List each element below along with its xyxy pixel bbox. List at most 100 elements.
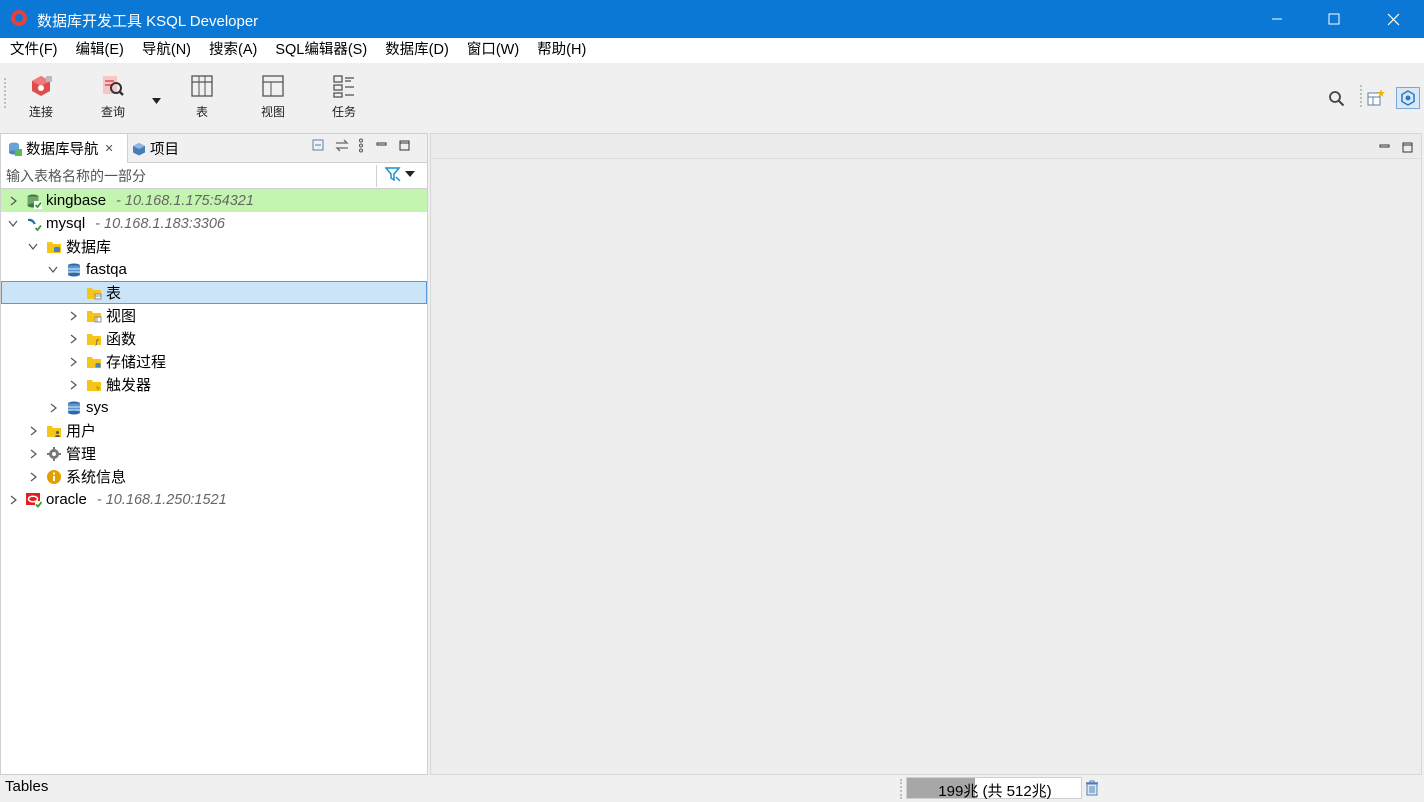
tree-item-databases[interactable]: 数据库 (1, 235, 427, 258)
tree-item-system-info[interactable]: 系统信息 (1, 465, 427, 488)
menu-navigate[interactable]: 导航(N) (133, 38, 200, 63)
tree-item-mysql[interactable]: mysql - 10.168.1.183:3306 (1, 212, 427, 235)
expand-toggle[interactable] (46, 263, 60, 277)
menu-database[interactable]: 数据库(D) (376, 38, 458, 63)
folder-function-icon: f (87, 333, 101, 346)
oracle-icon (26, 492, 42, 508)
search-icon (1329, 91, 1345, 107)
expand-toggle[interactable] (66, 378, 80, 392)
collapse-all-icon (312, 139, 324, 151)
tree-item-procedures[interactable]: 存储过程 (1, 350, 427, 373)
minimize-button[interactable] (1248, 0, 1306, 38)
menu-help[interactable]: 帮助(H) (528, 38, 595, 63)
open-perspective-button[interactable] (1367, 89, 1385, 110)
connection-address: - 10.168.1.250:1521 (96, 491, 227, 508)
view-icon (262, 75, 284, 97)
folder-database-icon (47, 241, 61, 253)
query-icon (103, 76, 124, 96)
close-tab-icon[interactable]: ✕ (105, 142, 114, 155)
expand-toggle[interactable] (6, 194, 20, 208)
chevron-down-icon (405, 171, 415, 177)
connect-button[interactable]: 连接 (13, 73, 69, 123)
connection-address: - 10.168.1.175:54321 (116, 192, 254, 209)
navigator-filter-bar (1, 163, 427, 189)
query-button[interactable]: 查询 (85, 73, 141, 123)
tree-item-oracle[interactable]: oracle - 10.168.1.250:1521 (1, 488, 427, 511)
tab-database-navigator[interactable]: 数据库导航 ✕ (1, 134, 128, 163)
database-connection-icon (27, 194, 42, 209)
minimize-view-button[interactable] (376, 138, 387, 156)
minimize-editor-button[interactable] (1379, 140, 1390, 156)
menu-window[interactable]: 窗口(W) (458, 38, 528, 63)
tree-item-label: sys (86, 399, 109, 416)
database-navigator-panel: 数据库导航 ✕ 项目 输入表格名称的一部分 kingbase - 10.168.… (0, 133, 428, 775)
table-button[interactable]: 表 (174, 73, 230, 123)
tree-item-label: 视图 (106, 308, 137, 325)
menu-edit[interactable]: 编辑(E) (67, 38, 133, 63)
table-name-filter-input[interactable] (3, 165, 377, 187)
tab-database-navigator-label: 数据库导航 (26, 142, 99, 158)
task-button[interactable]: 任务 (316, 73, 372, 123)
link-arrows-icon (335, 139, 349, 152)
menu-search[interactable]: 搜索(A) (200, 38, 266, 63)
expand-toggle[interactable] (26, 470, 40, 484)
tab-project[interactable]: 项目 (128, 134, 179, 163)
view-menu-button[interactable] (358, 138, 364, 156)
view-label: 视图 (260, 105, 285, 119)
tree-item-kingbase[interactable]: kingbase - 10.168.1.175:54321 (1, 189, 427, 212)
link-with-editor-button[interactable] (334, 138, 350, 156)
filter-options-button[interactable] (385, 167, 415, 182)
expand-toggle[interactable] (66, 355, 80, 369)
project-icon (133, 142, 145, 155)
maximize-editor-button[interactable] (1402, 140, 1413, 156)
tree-item-views[interactable]: 视图 (1, 304, 427, 327)
run-garbage-collector-button[interactable] (1085, 780, 1099, 799)
mysql-dolphin-icon (28, 218, 42, 232)
task-icon (333, 75, 354, 98)
database-perspective-icon (1401, 90, 1415, 106)
expand-toggle[interactable] (66, 332, 80, 346)
folder-table-icon (87, 287, 102, 299)
database-navigator-icon (9, 142, 22, 156)
chevron-right-icon (70, 380, 77, 389)
expand-toggle[interactable] (26, 447, 40, 461)
tree-item-label: 数据库 (66, 239, 112, 256)
query-dropdown-button[interactable] (151, 92, 162, 108)
global-search-button[interactable] (1328, 90, 1345, 110)
menu-file[interactable]: 文件(F) (1, 38, 67, 63)
database-icon (68, 263, 80, 276)
chevron-down-icon (28, 243, 38, 250)
editor-tab-bar (431, 134, 1421, 159)
connect-label: 连接 (28, 105, 53, 119)
table-label: 表 (195, 105, 208, 119)
table-icon (191, 75, 213, 97)
expand-toggle[interactable] (6, 493, 20, 507)
tree-item-label: 函数 (106, 331, 137, 348)
connect-icon (32, 76, 52, 96)
expand-toggle[interactable] (6, 217, 20, 231)
maximize-view-icon (399, 140, 410, 151)
maximize-button[interactable] (1305, 0, 1363, 38)
expand-toggle[interactable] (26, 240, 40, 254)
tree-item-tables[interactable]: 表 (1, 281, 427, 304)
tree-item-functions[interactable]: f 函数 (1, 327, 427, 350)
query-label: 查询 (100, 105, 125, 119)
tree-item-label: 表 (106, 285, 122, 302)
expand-toggle[interactable] (46, 401, 60, 415)
expand-toggle[interactable] (66, 309, 80, 323)
tree-item-users[interactable]: 用户 (1, 419, 427, 442)
maximize-view-button[interactable] (399, 138, 410, 156)
window-title: 数据库开发工具 KSQL Developer (37, 13, 259, 30)
database-perspective-button[interactable] (1396, 87, 1420, 109)
navigator-view-controls (311, 138, 410, 156)
tree-item-triggers[interactable]: 触发器 (1, 373, 427, 396)
menu-sql-editor[interactable]: SQL编辑器(S) (266, 38, 376, 63)
close-button[interactable] (1364, 0, 1422, 38)
expand-toggle[interactable] (26, 424, 40, 438)
tree-item-admin[interactable]: 管理 (1, 442, 427, 465)
tree-item-fastqa[interactable]: fastqa (1, 258, 427, 281)
collapse-all-button[interactable] (311, 138, 326, 156)
view-button[interactable]: 视图 (245, 73, 301, 123)
toolbar-grip (4, 78, 6, 108)
tree-item-sys[interactable]: sys (1, 396, 427, 419)
